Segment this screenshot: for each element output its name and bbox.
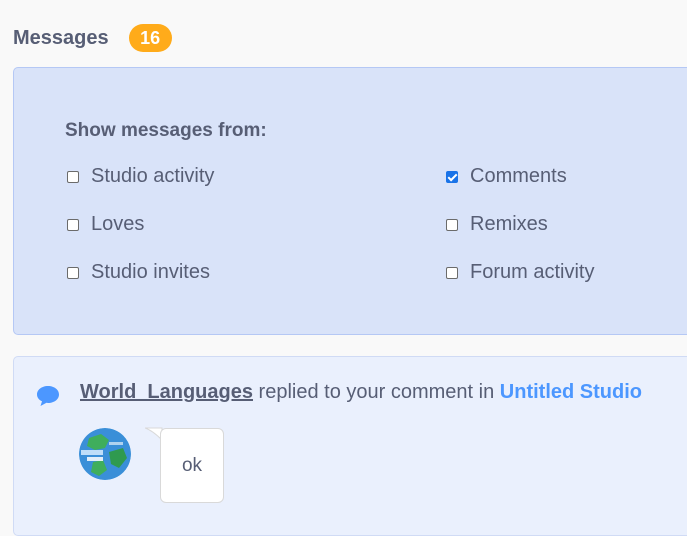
message-item: World_Languages replied to your comment … bbox=[13, 356, 687, 536]
speech-bubble-icon bbox=[37, 386, 59, 406]
filter-heading: Show messages from: bbox=[65, 120, 267, 141]
avatar[interactable] bbox=[79, 428, 131, 480]
filter-label: Comments bbox=[470, 165, 567, 187]
studio-activity-checkbox[interactable] bbox=[67, 170, 79, 183]
filter-label: Studio activity bbox=[91, 165, 215, 187]
page-title: Messages bbox=[13, 26, 109, 49]
filter-studio-invites[interactable]: Studio invites bbox=[67, 261, 210, 284]
message-filter-panel: Show messages from: Studio activity Comm… bbox=[13, 67, 687, 335]
studio-invites-checkbox[interactable] bbox=[67, 266, 79, 279]
filter-forum-activity[interactable]: Forum activity bbox=[446, 261, 594, 284]
message-action: replied to your comment in bbox=[253, 381, 500, 403]
comments-checkbox[interactable] bbox=[446, 170, 458, 183]
message-text: World_Languages replied to your comment … bbox=[80, 381, 642, 404]
filter-label: Forum activity bbox=[470, 261, 595, 283]
remixes-checkbox[interactable] bbox=[446, 218, 458, 231]
message-count-badge: 16 bbox=[128, 24, 172, 52]
filter-loves[interactable]: Loves bbox=[67, 213, 144, 236]
loves-checkbox[interactable] bbox=[67, 218, 79, 231]
globe-avatar-icon bbox=[79, 428, 131, 480]
filter-label: Loves bbox=[91, 213, 145, 235]
filter-studio-activity[interactable]: Studio activity bbox=[67, 165, 214, 188]
studio-link[interactable]: Untitled Studio bbox=[500, 381, 642, 403]
filter-label: Remixes bbox=[470, 213, 548, 235]
forum-activity-checkbox[interactable] bbox=[446, 266, 458, 279]
filter-comments[interactable]: Comments bbox=[446, 165, 567, 188]
reply-bubble: ok bbox=[160, 428, 224, 503]
messages-header: Messages 16 bbox=[13, 24, 172, 52]
reply-text: ok bbox=[181, 454, 203, 476]
username-link[interactable]: World_Languages bbox=[80, 381, 253, 403]
filter-label: Studio invites bbox=[91, 261, 210, 283]
filter-remixes[interactable]: Remixes bbox=[446, 213, 548, 236]
